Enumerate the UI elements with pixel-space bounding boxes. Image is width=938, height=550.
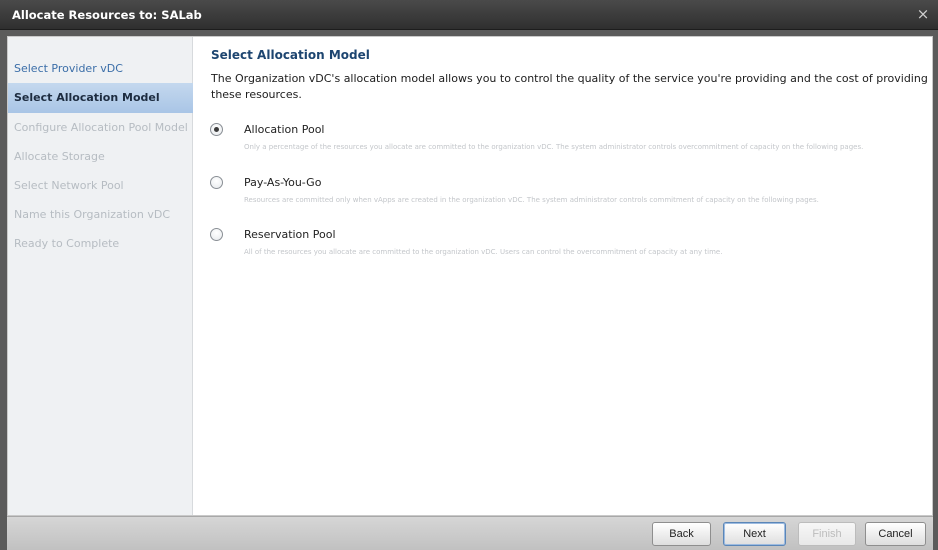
- step-allocate-storage: Allocate Storage: [14, 150, 105, 163]
- option-label[interactable]: Allocation Pool: [244, 123, 324, 136]
- step-select-provider-vdc[interactable]: Select Provider vDC: [8, 54, 193, 84]
- page-description: The Organization vDC's allocation model …: [211, 72, 928, 101]
- next-button[interactable]: Next: [723, 522, 786, 546]
- dialog-title: Allocate Resources to: SALab: [12, 8, 202, 22]
- radio-reservation-pool[interactable]: [210, 228, 223, 241]
- option-description: Only a percentage of the resources you a…: [244, 143, 864, 151]
- option-label[interactable]: Reservation Pool: [244, 228, 336, 241]
- radio-allocation-pool[interactable]: [210, 123, 223, 136]
- page-title: Select Allocation Model: [211, 48, 370, 62]
- option-description: All of the resources you allocate are co…: [244, 248, 723, 256]
- step-content: Select Allocation Model The Organization…: [207, 37, 932, 515]
- close-icon[interactable]: ×: [914, 4, 932, 24]
- option-description: Resources are committed only when vApps …: [244, 196, 819, 204]
- allocate-resources-dialog: Allocate Resources to: SALab × Select Pr…: [0, 0, 938, 550]
- title-bar[interactable]: Allocate Resources to: SALab ×: [0, 0, 938, 30]
- step-configure-allocation-pool-model: Configure Allocation Pool Model: [14, 121, 188, 134]
- back-button[interactable]: Back: [652, 522, 711, 546]
- step-ready-to-complete: Ready to Complete: [14, 237, 120, 250]
- cancel-button[interactable]: Cancel: [865, 522, 926, 546]
- step-select-allocation-model[interactable]: Select Allocation Model: [8, 83, 193, 113]
- wizard-footer: Back Next Finish Cancel: [7, 516, 933, 550]
- step-name-organization-vdc: Name this Organization vDC: [14, 208, 170, 221]
- radio-selected-dot: [214, 127, 219, 132]
- radio-pay-as-you-go[interactable]: [210, 176, 223, 189]
- wizard-steps-sidebar: Select Provider vDC Select Allocation Mo…: [8, 37, 193, 515]
- option-label[interactable]: Pay-As-You-Go: [244, 176, 321, 189]
- finish-button: Finish: [798, 522, 856, 546]
- wizard-panel: Select Provider vDC Select Allocation Mo…: [7, 36, 933, 516]
- step-select-network-pool: Select Network Pool: [14, 179, 124, 192]
